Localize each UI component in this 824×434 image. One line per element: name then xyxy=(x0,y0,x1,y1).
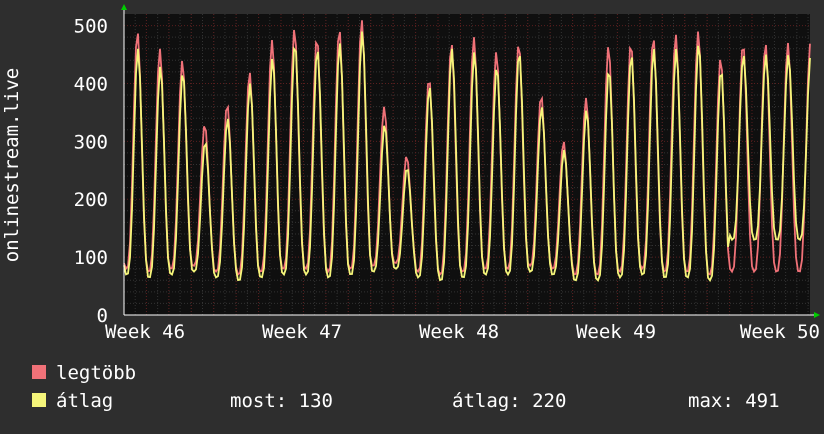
legend-item-avg: átlag xyxy=(32,390,113,412)
stat-average: átlag: 220 xyxy=(452,390,567,412)
legend-swatch-avg xyxy=(32,392,46,407)
x-axis-arrow-icon xyxy=(814,312,820,318)
legend-item-max: legtöbb xyxy=(32,362,136,384)
legend-label-avg: átlag xyxy=(56,390,114,412)
legend-label-max: legtöbb xyxy=(56,362,137,384)
legend-swatch-max xyxy=(32,364,46,379)
chart: 0 100 200 300 400 500 Week 46 Week 47 Week 48 Wee… xyxy=(0,0,824,430)
y-axis-label: onlinestream.live xyxy=(1,68,23,262)
y-tick-label: 300 xyxy=(74,131,108,153)
stat-current: most: 130 xyxy=(230,390,333,412)
x-tick-label: Week 48 xyxy=(419,321,499,343)
x-tick-label: Week 46 xyxy=(105,321,185,343)
y-tick-label: 400 xyxy=(74,73,108,95)
stat-max: max: 491 xyxy=(688,390,780,412)
y-tick-label: 100 xyxy=(74,247,108,269)
y-tick-label: 200 xyxy=(74,189,108,211)
y-tick-label: 500 xyxy=(74,16,108,38)
x-tick-label: Week 49 xyxy=(576,321,656,343)
x-tick-label: Week 47 xyxy=(262,321,342,343)
x-tick-label: Week 50 xyxy=(740,321,820,343)
y-axis-arrow-icon xyxy=(121,4,127,10)
